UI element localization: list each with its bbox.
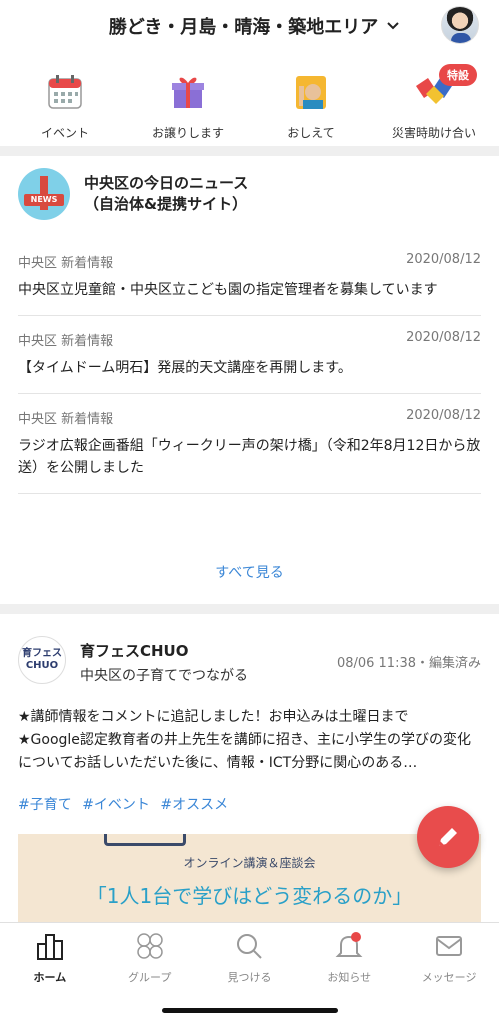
calendar-icon bbox=[48, 75, 82, 109]
news-text: 【タイムドーム明石】発展的天文講座を再開します。 bbox=[18, 360, 352, 376]
news-item[interactable]: 中央区 新着情報 2020/08/12 ラジオ広報企画番組「ウィークリー声の架け… bbox=[18, 408, 481, 494]
news-date: 2020/08/12 bbox=[406, 408, 481, 423]
news-source: 中央区 新着情報 bbox=[18, 256, 114, 271]
news-source: 中央区 新着情報 bbox=[18, 412, 114, 427]
post-timestamp: 08/06 11:38・編集済み bbox=[336, 656, 481, 671]
post-text[interactable]: ★講師情報をコメントに追記しました！お申込みは土曜日まで ★Google認定教育… bbox=[18, 706, 481, 775]
news-header[interactable]: NEWS 中央区の今日のニュース （自治体&提携サイト） bbox=[18, 168, 248, 220]
quick-menu: イベント お譲りします おしえて 特設 災害時助け合い bbox=[0, 64, 499, 142]
news-logo: NEWS bbox=[18, 168, 70, 220]
header: 勝どき・月島・晴海・築地エリア bbox=[0, 0, 499, 52]
news-item[interactable]: 中央区 新着情報 2020/08/12 中央区立児童館・中央区立こども園の指定管… bbox=[18, 252, 481, 316]
area-selector[interactable]: 勝どき・月島・晴海・築地エリア bbox=[109, 13, 400, 39]
hashtag[interactable]: #イベント bbox=[82, 797, 150, 813]
news-title-line1: 中央区の今日のニュース bbox=[84, 174, 249, 192]
nav-home[interactable]: ホーム bbox=[5, 931, 95, 985]
news-source: 中央区 新着情報 bbox=[18, 334, 114, 349]
nav-messages[interactable]: メッセージ bbox=[404, 931, 494, 985]
post-group-logo: 育フェス CHUO bbox=[18, 636, 66, 684]
laptop-icon bbox=[104, 834, 186, 846]
area-title: 勝どき・月島・晴海・築地エリア bbox=[108, 17, 379, 38]
home-indicator bbox=[162, 1008, 338, 1013]
news-text: ラジオ広報企画番組「ウィークリー声の架け橋」（令和2年8月12日から放送）を公開… bbox=[18, 438, 481, 476]
special-badge: 特設 bbox=[439, 64, 477, 86]
nav-notifications[interactable]: お知らせ bbox=[304, 931, 394, 985]
news-list: 中央区 新着情報 2020/08/12 中央区立児童館・中央区立こども園の指定管… bbox=[18, 252, 481, 508]
compose-button[interactable] bbox=[417, 806, 479, 868]
news-date: 2020/08/12 bbox=[406, 252, 481, 267]
post-logo-line2: CHUO bbox=[25, 660, 59, 671]
news-text: 中央区立児童館・中央区立こども園の指定管理者を募集しています bbox=[18, 282, 438, 298]
home-buildings-icon bbox=[36, 934, 63, 960]
raise-hand-icon bbox=[296, 76, 326, 109]
news-item[interactable]: 中央区 新着情報 2020/08/12 【タイムドーム明石】発展的天文講座を再開… bbox=[18, 330, 481, 394]
section-divider bbox=[0, 146, 499, 156]
banner-title: 「1人1台で学びはどう変わるのか」 bbox=[86, 884, 413, 908]
pencil-icon bbox=[439, 828, 457, 846]
quick-item-giveaway[interactable]: お譲りします bbox=[133, 64, 243, 142]
quick-label: イベント bbox=[40, 126, 89, 140]
nav-label: ホーム bbox=[33, 971, 67, 984]
news-meta: 中央区 新着情報 2020/08/12 bbox=[18, 252, 481, 271]
see-all-link[interactable]: すべて見る bbox=[0, 562, 499, 582]
news-date: 2020/08/12 bbox=[406, 330, 481, 345]
quick-label: 災害時助け合い bbox=[391, 126, 476, 140]
quick-item-event[interactable]: イベント bbox=[10, 64, 120, 142]
hashtag[interactable]: #オススメ bbox=[160, 797, 228, 813]
news-title: 中央区の今日のニュース （自治体&提携サイト） bbox=[84, 173, 248, 215]
hashtag[interactable]: #子育て bbox=[18, 797, 72, 813]
banner-subtitle: オンライン講演＆座談会 bbox=[183, 856, 316, 870]
quick-item-ask[interactable]: おしえて bbox=[256, 64, 366, 142]
bell-icon bbox=[335, 932, 363, 957]
mail-icon bbox=[436, 936, 463, 956]
nav-label: グループ bbox=[128, 971, 172, 984]
quick-item-disaster-help[interactable]: 特設 災害時助け合い bbox=[379, 64, 489, 142]
post-tags: #子育て #イベント #オススメ bbox=[18, 794, 234, 814]
nav-label: お知らせ bbox=[327, 971, 372, 984]
news-meta: 中央区 新着情報 2020/08/12 bbox=[18, 330, 481, 349]
group-icon bbox=[136, 933, 163, 959]
chevron-down-icon bbox=[387, 22, 399, 30]
nav-label: メッセージ bbox=[421, 971, 477, 984]
quick-label: お譲りします bbox=[151, 126, 224, 140]
nav-group[interactable]: グループ bbox=[105, 931, 195, 985]
nav-find[interactable]: 見つける bbox=[204, 931, 294, 985]
section-divider bbox=[0, 604, 499, 614]
post-text-line: ★講師情報をコメントに追記しました！お申込みは土曜日まで bbox=[18, 709, 409, 725]
post-text-line: ★Google認定教育者の井上先生を講師に招き、主に小学生の学びの変化についてお… bbox=[18, 732, 471, 771]
post-logo-line1: 育フェス bbox=[22, 648, 62, 659]
nav-label: 見つける bbox=[227, 971, 272, 984]
post-header[interactable]: 育フェス CHUO 育フェスCHUO 中央区の子育てでつながる 08/06 11… bbox=[18, 636, 481, 685]
search-icon bbox=[237, 934, 263, 959]
gift-icon bbox=[172, 77, 204, 108]
post-banner-image[interactable]: オンライン講演＆座談会 「1人1台で学びはどう変わるのか」 bbox=[18, 834, 481, 926]
news-sign: NEWS bbox=[24, 194, 64, 206]
quick-label: おしえて bbox=[287, 126, 335, 140]
news-meta: 中央区 新着情報 2020/08/12 bbox=[18, 408, 481, 427]
news-title-line2: （自治体&提携サイト） bbox=[84, 195, 248, 213]
avatar[interactable] bbox=[441, 6, 479, 44]
